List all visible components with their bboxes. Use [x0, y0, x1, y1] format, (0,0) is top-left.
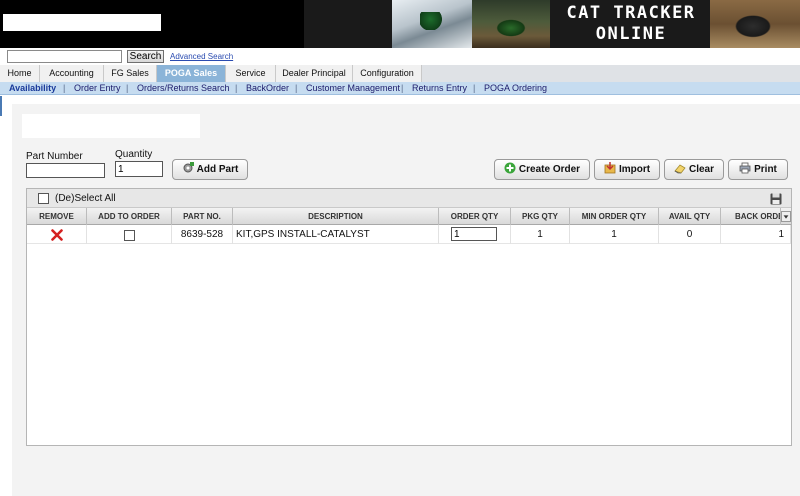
column-header-remove[interactable]: REMOVE: [27, 208, 87, 225]
description-cell: KIT,GPS INSTALL-CATALYST: [233, 225, 439, 244]
subnav-separator: |: [473, 83, 476, 93]
tab-accounting[interactable]: Accounting: [40, 65, 104, 82]
part-no-cell: 8639-528: [172, 225, 233, 244]
search-bar: Search Advanced Search: [0, 48, 800, 65]
company-logo-placeholder: [3, 14, 161, 31]
select-all-checkbox[interactable]: [38, 193, 49, 204]
printer-icon: [739, 162, 751, 174]
eraser-icon: [674, 164, 686, 174]
table-row: 8639-528 KIT,GPS INSTALL-CATALYST 1 1 0 …: [27, 225, 791, 244]
column-header-part-no[interactable]: PART NO.: [172, 208, 233, 225]
search-input[interactable]: [7, 50, 122, 63]
subnav-returns-entry[interactable]: Returns Entry: [412, 83, 467, 94]
brand-title-line2: ONLINE: [595, 24, 667, 44]
search-button[interactable]: Search: [127, 50, 164, 63]
tab-configuration[interactable]: Configuration: [353, 65, 422, 82]
clear-button-label: Clear: [688, 164, 714, 175]
add-part-button[interactable]: Add Part: [172, 159, 248, 180]
subnav-backorder[interactable]: BackOrder: [246, 83, 289, 94]
banner-images: CAT TRACKER ONLINE: [304, 0, 800, 48]
create-order-button[interactable]: Create Order: [494, 159, 590, 180]
subnav-separator: |: [235, 83, 238, 93]
pkg-qty-cell: 1: [511, 225, 570, 244]
header-banner: CAT TRACKER ONLINE: [0, 0, 800, 48]
left-edge-strip: [0, 96, 2, 116]
select-all-label: (De)Select All: [55, 193, 116, 204]
tab-home[interactable]: Home: [0, 65, 40, 82]
subnav-order-entry[interactable]: Order Entry: [74, 83, 121, 94]
subnav-orders-returns-search[interactable]: Orders/Returns Search: [137, 83, 230, 94]
order-qty-input[interactable]: [451, 227, 497, 241]
column-header-description[interactable]: DESCRIPTION: [233, 208, 439, 225]
column-header-pkg-qty[interactable]: PKG QTY: [511, 208, 570, 225]
availability-panel: Part Number Quantity Add Part Create Ord…: [12, 104, 800, 496]
subnav-separator: |: [295, 83, 298, 93]
quantity-input[interactable]: [115, 161, 163, 177]
add-to-order-cell: [87, 225, 172, 244]
remove-cell: [27, 225, 87, 244]
subnav-separator: |: [63, 83, 66, 93]
column-header-back-order[interactable]: BACK ORDER: [721, 208, 781, 225]
remove-x-icon[interactable]: [51, 229, 63, 241]
print-button[interactable]: Print: [728, 159, 788, 180]
import-button[interactable]: Import: [594, 159, 660, 180]
main-tabs: Home Accounting FG Sales POGA Sales Serv…: [0, 65, 800, 82]
snowmobile-photo: [392, 0, 472, 48]
tab-fg-sales[interactable]: FG Sales: [104, 65, 157, 82]
print-button-label: Print: [754, 164, 777, 175]
sub-navigation: Availability | Order Entry | Orders/Retu…: [0, 82, 800, 95]
subnav-customer-management[interactable]: Customer Management: [306, 83, 400, 94]
tab-dealer-principal[interactable]: Dealer Principal: [276, 65, 353, 82]
subnav-poga-ordering[interactable]: POGA Ordering: [484, 83, 547, 94]
import-button-label: Import: [618, 164, 651, 175]
side-by-side-photo: [710, 0, 800, 48]
column-menu-button[interactable]: [781, 211, 791, 222]
create-order-button-label: Create Order: [518, 164, 581, 175]
atv-photo: [472, 0, 550, 48]
subnav-availability[interactable]: Availability: [9, 83, 56, 94]
clear-button[interactable]: Clear: [664, 159, 724, 180]
part-number-input[interactable]: [26, 163, 105, 178]
grid-header: REMOVE ADD TO ORDER PART NO. DESCRIPTION…: [27, 208, 791, 225]
gear-add-icon: [183, 162, 194, 173]
brand-title-line1: CAT TRACKER: [566, 3, 696, 23]
add-part-button-label: Add Part: [196, 164, 239, 175]
add-to-order-checkbox[interactable]: [124, 230, 135, 241]
subnav-separator: |: [401, 83, 404, 93]
plus-circle-icon: [504, 162, 516, 174]
part-number-label: Part Number: [26, 151, 83, 162]
tab-service[interactable]: Service: [226, 65, 276, 82]
column-header-avail-qty[interactable]: AVAIL QTY: [659, 208, 721, 225]
subnav-separator: |: [126, 83, 129, 93]
min-order-qty-cell: 1: [570, 225, 659, 244]
back-order-cell: 1: [721, 225, 791, 244]
tab-poga-sales[interactable]: POGA Sales: [157, 65, 226, 82]
column-header-min-order-qty[interactable]: MIN ORDER QTY: [570, 208, 659, 225]
availability-grid: (De)Select All REMOVE ADD TO ORDER PART …: [26, 188, 792, 446]
order-qty-cell: [439, 225, 511, 244]
column-header-add-to-order[interactable]: ADD TO ORDER: [87, 208, 172, 225]
column-header-order-qty[interactable]: ORDER QTY: [439, 208, 511, 225]
grid-toolbar: (De)Select All: [27, 189, 791, 208]
import-icon: [604, 162, 616, 174]
quantity-label: Quantity: [115, 149, 153, 160]
avail-qty-cell: 0: [659, 225, 721, 244]
advanced-search-link[interactable]: Advanced Search: [170, 52, 233, 61]
save-icon[interactable]: [770, 193, 782, 205]
brand-title: CAT TRACKER ONLINE: [552, 3, 710, 45]
chevron-down-icon: [783, 215, 789, 219]
page-title-placeholder: [22, 114, 200, 138]
